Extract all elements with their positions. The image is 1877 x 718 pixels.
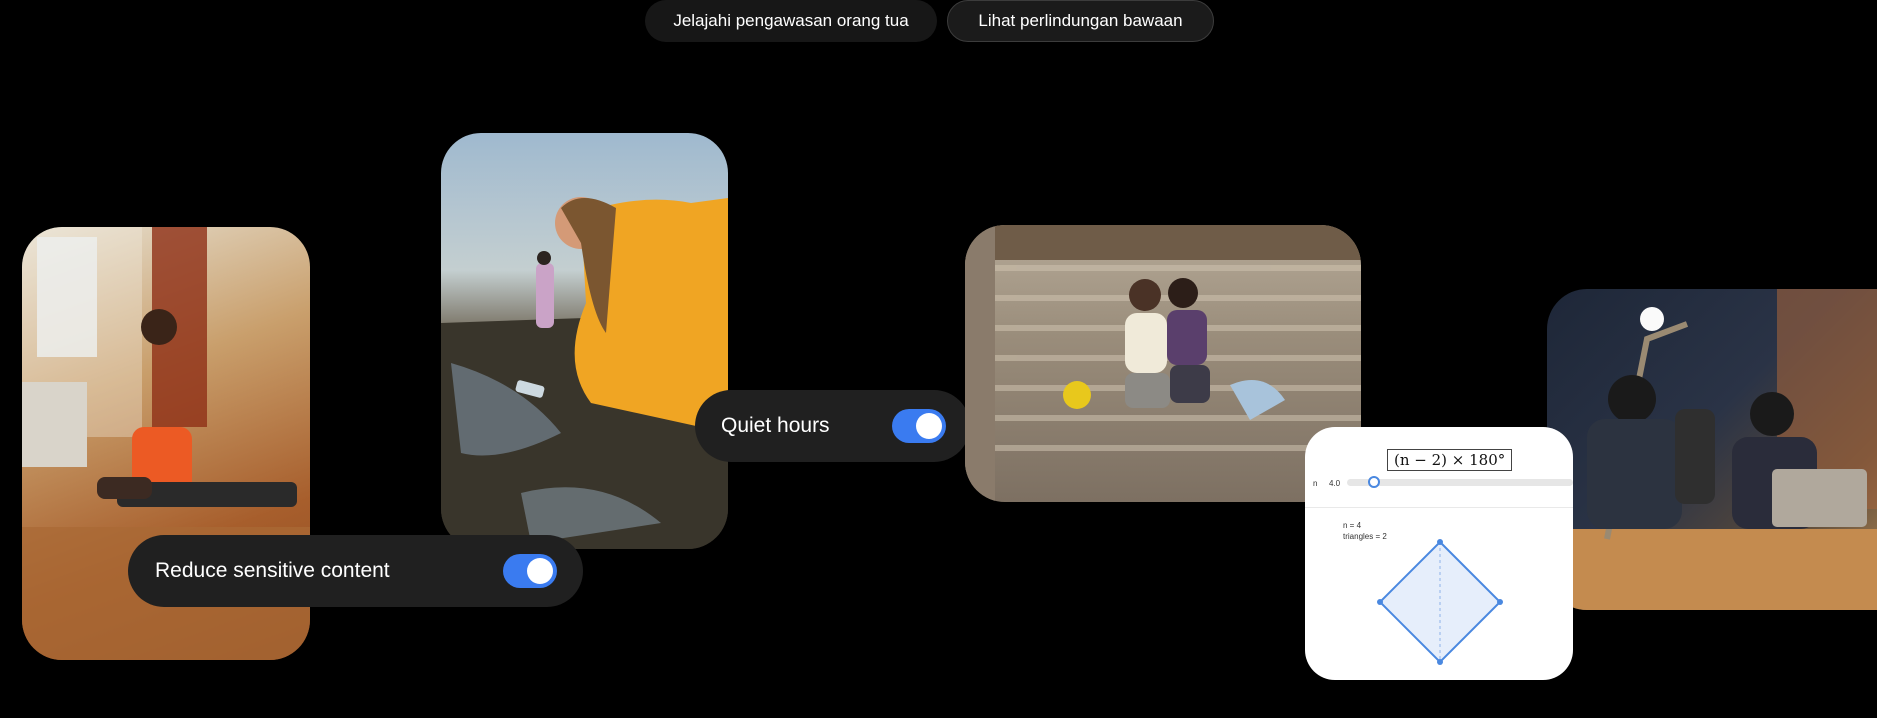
- slider-name: n: [1313, 479, 1318, 488]
- workshop-photo: [1547, 289, 1877, 610]
- stairs-friends-photo: [965, 225, 1361, 502]
- explore-parental-controls-button[interactable]: Jelajahi pengawasan orang tua: [645, 0, 937, 42]
- square-polygon-diagram: [1377, 539, 1503, 665]
- quiet-hours-switch[interactable]: [892, 409, 946, 443]
- slider-value: 4.0: [1329, 479, 1341, 488]
- switch-knob: [527, 558, 553, 584]
- reduce-sensitive-content-toggle-card: Reduce sensitive content: [128, 535, 583, 607]
- reduce-sensitive-content-switch[interactable]: [503, 554, 557, 588]
- switch-knob: [916, 413, 942, 439]
- reduce-sensitive-content-label: Reduce sensitive content: [155, 559, 390, 582]
- n-slider-thumb[interactable]: [1368, 476, 1381, 488]
- quiet-hours-label: Quiet hours: [721, 414, 830, 437]
- divider: [1305, 507, 1573, 508]
- polygon-angle-sum-widget: (n − 2) × 180° n 4.0 n = 4 triangles = 2: [1305, 427, 1573, 680]
- n-slider-track[interactable]: [1347, 479, 1573, 486]
- n-readout: n = 4: [1343, 521, 1362, 530]
- quiet-hours-toggle-card: Quiet hours: [695, 390, 970, 462]
- rockpool-photo: [441, 133, 728, 549]
- formula-label: (n − 2) × 180°: [1387, 449, 1513, 471]
- view-built-in-protection-button[interactable]: Lihat perlindungan bawaan: [947, 0, 1214, 42]
